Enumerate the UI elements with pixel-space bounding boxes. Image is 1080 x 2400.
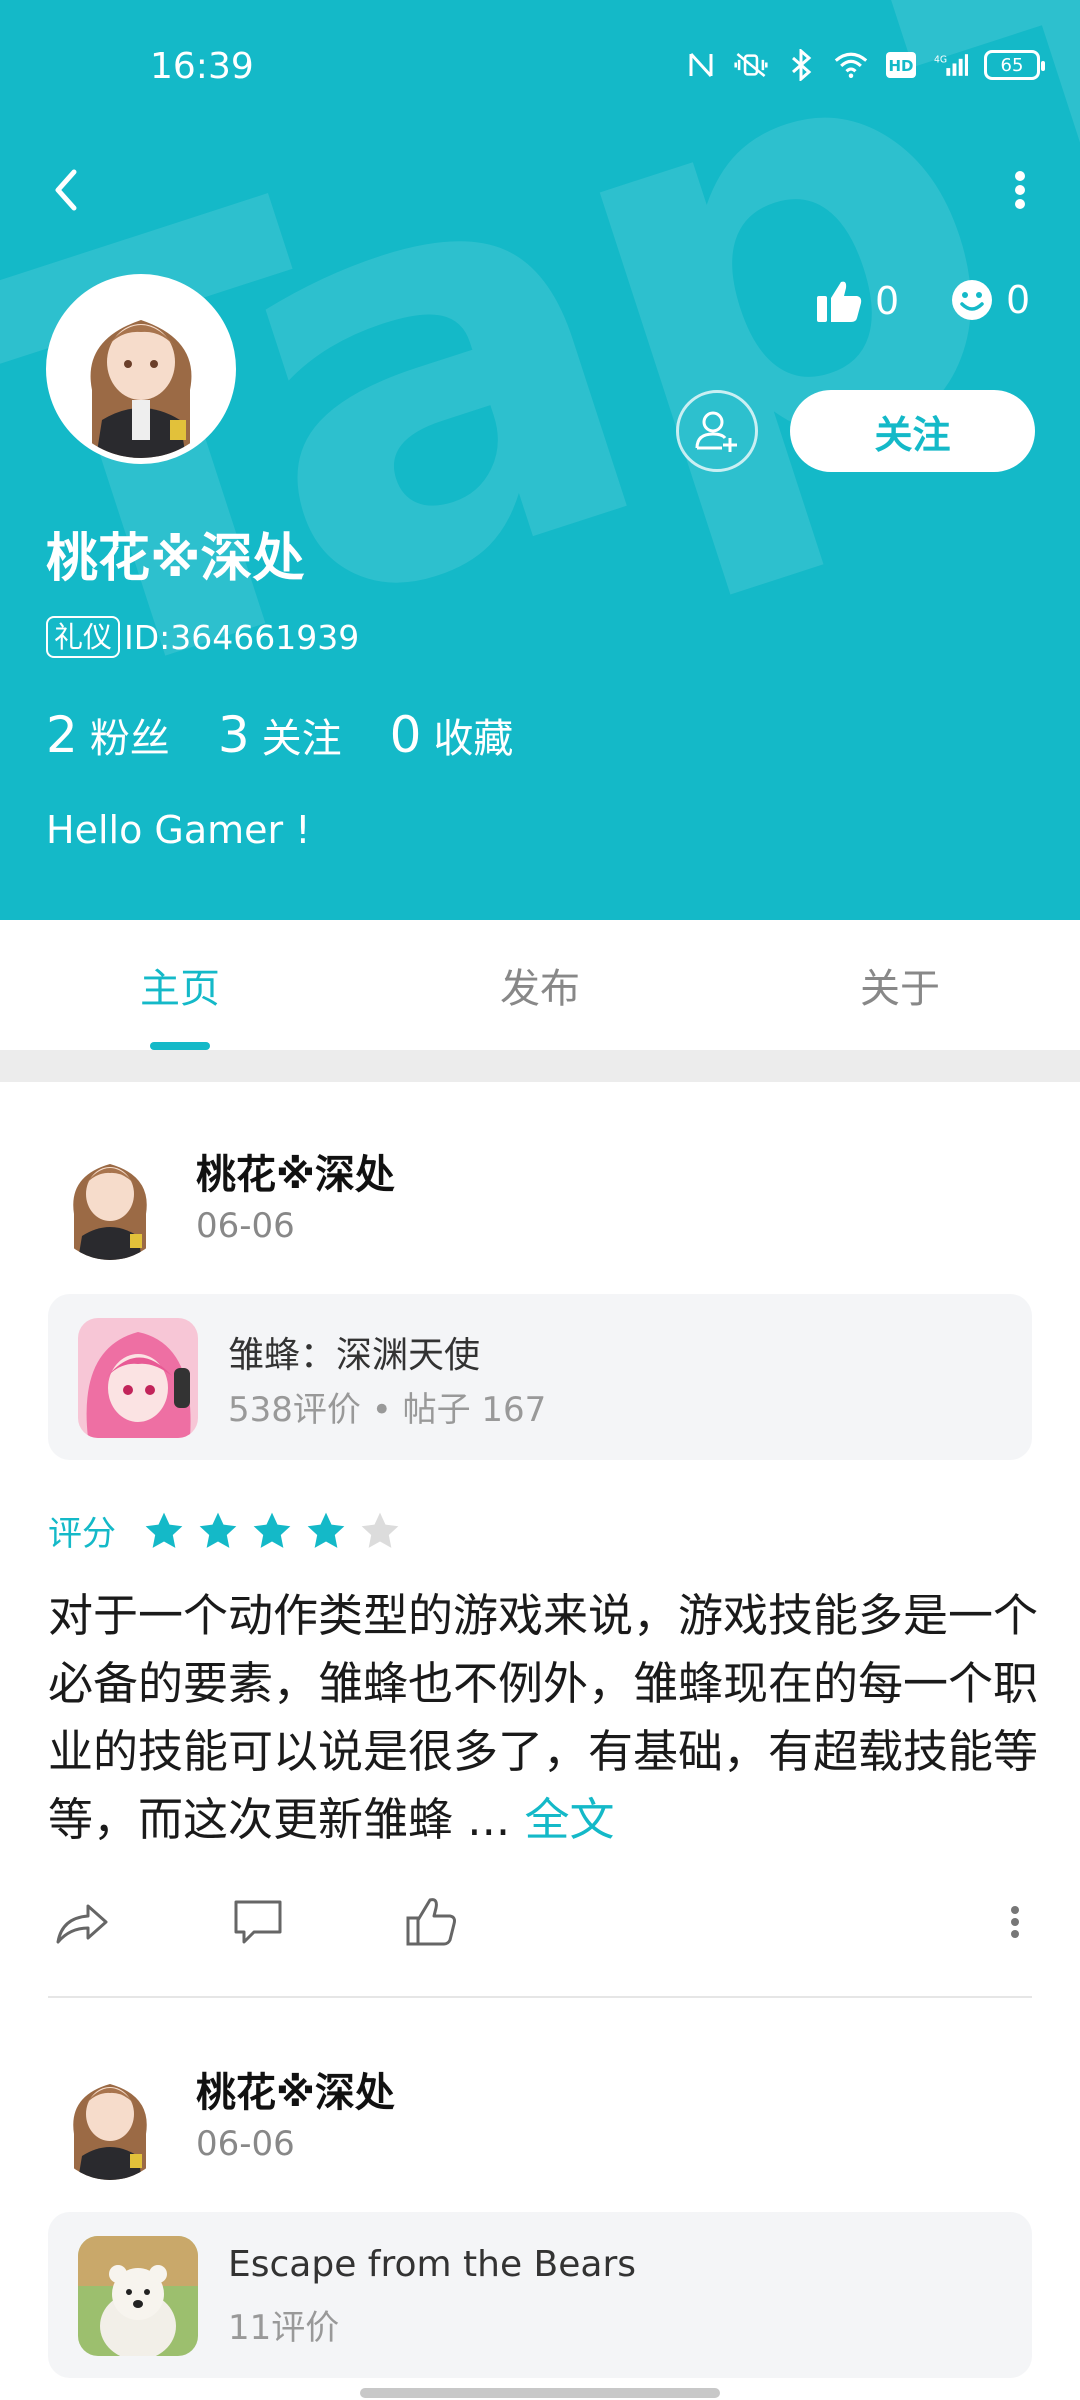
- add-user-icon: [695, 411, 737, 452]
- status-icons: HD 4G 65: [684, 48, 1045, 82]
- thumbs-up-outline-icon: [406, 1898, 456, 1946]
- post-item: 桃花※深处 06-06 雏蜂：深渊天使 538评价 • 帖子 167 评分 对于…: [0, 1082, 1080, 2000]
- game-card[interactable]: Escape from the Bears 11评价: [48, 2212, 1032, 2378]
- add-friend-button[interactable]: [676, 390, 758, 472]
- game-icon: [78, 2236, 198, 2356]
- profile-avatar[interactable]: [46, 274, 236, 464]
- etiquette-badge: 礼仪: [46, 616, 121, 658]
- profile-id: ID:364661939: [124, 617, 360, 657]
- post-author-avatar[interactable]: [48, 1136, 172, 1260]
- following-count-label: 关注: [261, 716, 342, 762]
- signal-4g-icon: 4G: [934, 48, 968, 82]
- game-icon: [78, 1318, 198, 1438]
- profile-id-row: 礼仪 ID:364661939: [46, 616, 359, 658]
- battery-indicator: 65: [984, 50, 1045, 80]
- fans-count-number: 2: [46, 706, 78, 764]
- more-options-button[interactable]: [1000, 160, 1040, 220]
- game-card[interactable]: 雏蜂：深渊天使 538评价 • 帖子 167: [48, 1294, 1032, 1460]
- wifi-icon: [834, 48, 868, 82]
- follow-button[interactable]: 关注: [790, 390, 1035, 472]
- rating-label: 评分: [48, 1514, 116, 1554]
- smile-icon: [952, 280, 992, 320]
- more-vertical-icon: [1015, 171, 1025, 209]
- thumbs-up-icon: [817, 281, 862, 322]
- anime-girl-avatar-icon: [48, 2056, 172, 2180]
- anime-girl-avatar-icon: [48, 1136, 172, 1260]
- likes-count: 0: [875, 279, 900, 323]
- read-full-link[interactable]: 全文: [525, 1793, 615, 1846]
- home-indicator[interactable]: [360, 2388, 720, 2398]
- comment-button[interactable]: [228, 1892, 288, 1952]
- star-empty-icon: [361, 1512, 399, 1548]
- more-vertical-icon: [1011, 1906, 1019, 1938]
- back-button[interactable]: [40, 160, 100, 220]
- post-author-avatar[interactable]: [48, 2056, 172, 2180]
- post-actions: [48, 1892, 1032, 1962]
- profile-nickname: 桃花※深处: [46, 529, 305, 589]
- post-separator: [48, 1996, 1032, 1998]
- star-filled-icon: [253, 1512, 291, 1548]
- game-cover-icon: [78, 1318, 198, 1438]
- rating-row: 评分: [48, 1506, 412, 1555]
- game-name: 雏蜂：深渊天使: [228, 1335, 481, 1376]
- active-tab-indicator: [150, 1042, 210, 1050]
- post-body[interactable]: 对于一个动作类型的游戏来说，游戏技能多是一个必备的要素，雏蜂也不例外，雏蜂现在的…: [48, 1582, 1038, 1854]
- tab-about[interactable]: 关于: [720, 920, 1080, 1050]
- status-bar: 16:39 HD 4G 65: [0, 0, 1080, 130]
- share-button[interactable]: [52, 1892, 112, 1952]
- bluetooth-icon: [784, 48, 818, 82]
- game-meta: 538评价 • 帖子 167: [228, 1390, 547, 1430]
- post-author-name[interactable]: 桃花※深处: [196, 2060, 395, 2118]
- chevron-left-icon: [55, 169, 77, 211]
- svg-text:HD: HD: [888, 57, 913, 75]
- vibrate-mute-icon: [734, 48, 768, 82]
- profile-counts: 2 粉丝 3 关注 0 收藏: [46, 706, 561, 764]
- anime-girl-avatar-icon: [52, 280, 230, 458]
- svg-text:4G: 4G: [934, 55, 947, 66]
- section-divider: [0, 1050, 1080, 1082]
- star-filled-icon: [145, 1512, 183, 1548]
- smiles-count: 0: [1006, 278, 1031, 322]
- post-more-button[interactable]: [1000, 1892, 1030, 1952]
- star-filled-icon: [199, 1512, 237, 1548]
- share-icon: [56, 1904, 108, 1944]
- post-item: 桃花※深处 06-06 Escape from the Bears 11评价: [0, 2000, 1080, 2400]
- favorites-count-number: 0: [389, 706, 422, 764]
- star-filled-icon: [307, 1512, 345, 1548]
- smiles-stat: 0: [950, 278, 1030, 322]
- game-meta: 11评价: [228, 2308, 340, 2348]
- profile-header: TapT 16:39 HD 4G 65 0 0 关注 桃花※深处 礼仪 ID:3…: [0, 0, 1080, 920]
- profile-tabs: 主页 发布 关于: [0, 920, 1080, 1050]
- tab-home[interactable]: 主页: [0, 920, 360, 1050]
- fans-count-label: 粉丝: [89, 716, 170, 762]
- favorites-count[interactable]: 0 收藏: [390, 706, 514, 764]
- fans-count[interactable]: 2 粉丝: [46, 706, 170, 764]
- comment-icon: [234, 1900, 282, 1944]
- following-count[interactable]: 3 关注: [218, 706, 342, 764]
- game-name: Escape from the Bears: [228, 2244, 637, 2285]
- polar-bear-cover-icon: [78, 2236, 198, 2356]
- profile-bio: Hello Gamer !: [46, 808, 311, 852]
- nfc-icon: [684, 48, 718, 82]
- favorites-count-label: 收藏: [433, 716, 514, 762]
- status-time: 16:39: [150, 46, 254, 87]
- post-date: 06-06: [196, 1206, 295, 1246]
- post-author-name[interactable]: 桃花※深处: [196, 1142, 395, 1200]
- likes-stat: 0: [815, 278, 899, 324]
- following-count-number: 3: [217, 706, 250, 764]
- tab-posts[interactable]: 发布: [360, 920, 720, 1050]
- post-date: 06-06: [196, 2124, 295, 2164]
- hd-icon: HD: [884, 48, 918, 82]
- like-button[interactable]: [402, 1892, 462, 1952]
